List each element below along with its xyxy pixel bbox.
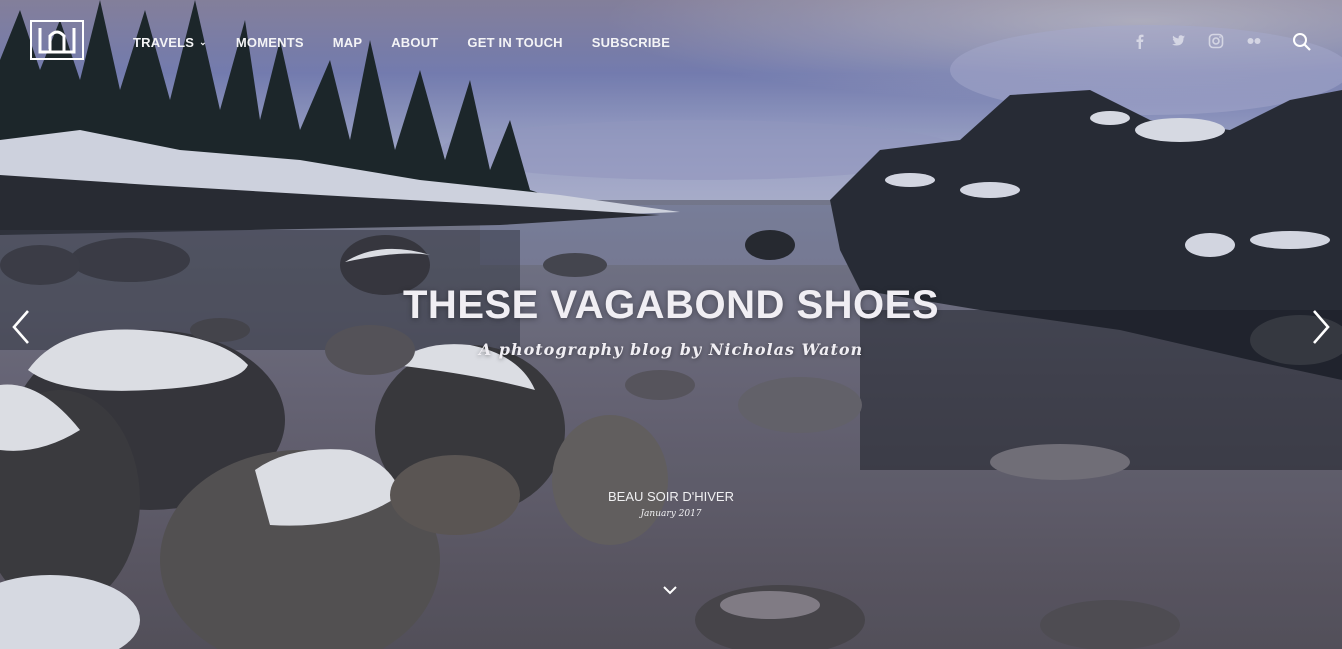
site-title: THESE VAGABOND SHOES [403, 283, 939, 327]
nav-item-label: MOMENTS [235, 34, 304, 50]
nav-item-label: TRAVELS [133, 34, 195, 50]
nav-item-get-in-touch[interactable]: GET IN TOUCH [467, 35, 562, 50]
search-icon[interactable] [1292, 32, 1312, 52]
nav-item-travels[interactable]: TRAVELS ⌄ [133, 35, 207, 50]
nav-item-label: MAP [332, 34, 363, 50]
logo-mark-icon [38, 28, 76, 54]
chevron-right-icon[interactable] [1310, 308, 1332, 346]
slide-date: January 2017 [640, 509, 702, 519]
instagram-icon[interactable] [1208, 33, 1224, 49]
nav-item-subscribe[interactable]: SUBSCRIBE [592, 35, 670, 50]
hero-slideshow: TRAVELS ⌄ MOMENTS MAP ABOUT GET IN TOUCH… [0, 0, 1342, 649]
main-nav: TRAVELS ⌄ MOMENTS MAP ABOUT GET IN TOUCH… [133, 33, 699, 51]
site-logo[interactable] [30, 20, 84, 60]
nav-item-about[interactable]: ABOUT [391, 35, 438, 50]
chevron-left-icon[interactable] [10, 308, 32, 346]
facebook-icon[interactable] [1132, 33, 1148, 49]
nav-item-moments[interactable]: MOMENTS [236, 35, 304, 50]
social-links [1132, 33, 1262, 49]
scroll-down-chevron-icon[interactable] [662, 584, 678, 596]
nav-item-label: GET IN TOUCH [467, 34, 563, 50]
site-tagline: A photography blog by Nicholas Waton [478, 340, 864, 359]
twitter-icon[interactable] [1170, 33, 1186, 49]
flickr-icon[interactable] [1246, 33, 1262, 49]
slide-caption-link[interactable]: BEAU SOIR D'HIVER [0, 489, 1342, 504]
nav-item-map[interactable]: MAP [333, 35, 363, 50]
nav-item-label: ABOUT [391, 34, 439, 50]
chevron-down-icon: ⌄ [199, 36, 207, 47]
nav-item-label: SUBSCRIBE [591, 34, 671, 50]
